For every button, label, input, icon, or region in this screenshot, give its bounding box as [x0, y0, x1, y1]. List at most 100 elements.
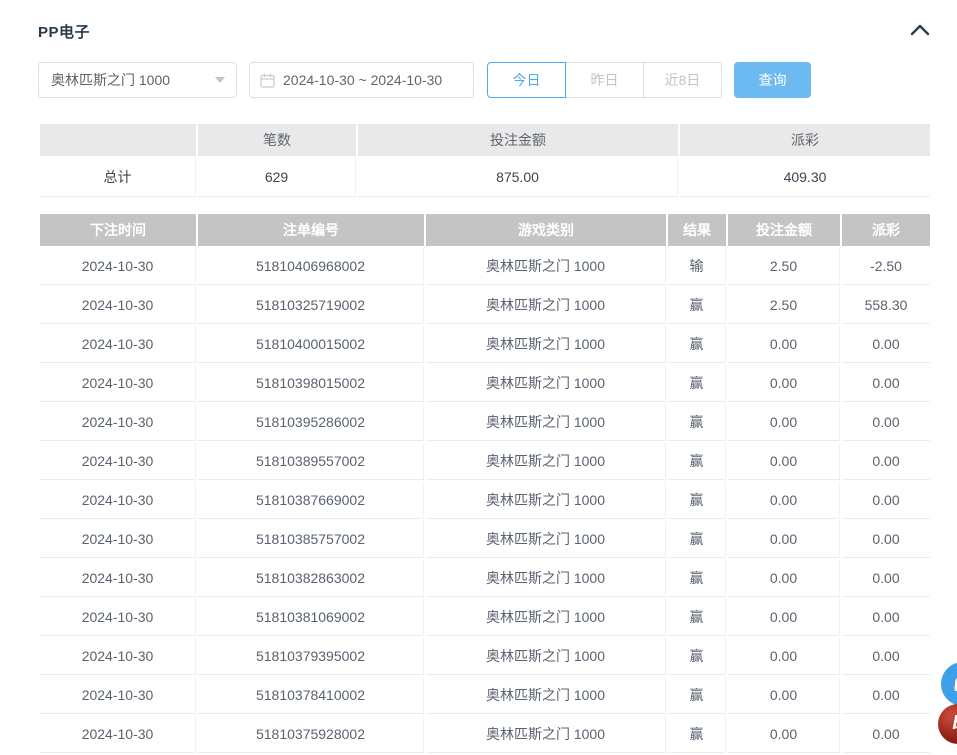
- quick-date-button-group: 今日昨日近8日: [487, 62, 722, 98]
- table-row: 2024-10-3051810395286002奥林匹斯之门 1000赢0.00…: [40, 404, 930, 441]
- records-col-header-3: 结果: [668, 214, 726, 246]
- bet-time-cell: 2024-10-30: [40, 287, 196, 324]
- bet-amount-cell: 0.00: [728, 443, 840, 480]
- bet-time-cell: 2024-10-30: [40, 638, 196, 675]
- table-row: 2024-10-3051810389557002奥林匹斯之门 1000赢0.00…: [40, 443, 930, 480]
- bet-id-cell: 51810395286002: [198, 404, 424, 441]
- result-cell: 赢: [668, 638, 726, 675]
- payout-cell: 0.00: [842, 443, 930, 480]
- panel-header: PP电子: [38, 0, 932, 42]
- bet-time-cell: 2024-10-30: [40, 599, 196, 636]
- game-type-cell: 奥林匹斯之门 1000: [426, 677, 666, 714]
- records-header-row: 下注时间注单编号游戏类别结果投注金额派彩: [40, 214, 930, 246]
- quick-date-button-2[interactable]: 近8日: [643, 62, 722, 98]
- bet-time-cell: 2024-10-30: [40, 404, 196, 441]
- payout-cell: 0.00: [842, 521, 930, 558]
- game-select-value: 奥林匹斯之门 1000: [51, 70, 170, 90]
- bet-amount-cell: 2.50: [728, 287, 840, 324]
- bet-amount-cell: 0.00: [728, 638, 840, 675]
- game-type-cell: 奥林匹斯之门 1000: [426, 443, 666, 480]
- payout-cell: 0.00: [842, 365, 930, 402]
- result-cell: 赢: [668, 560, 726, 597]
- summary-total-count: 629: [198, 158, 356, 197]
- payout-cell: 0.00: [842, 326, 930, 363]
- result-cell: 输: [668, 248, 726, 285]
- chevron-down-icon: [215, 77, 225, 83]
- table-row: 2024-10-3051810381069002奥林匹斯之门 1000赢0.00…: [40, 599, 930, 636]
- bet-amount-cell: 0.00: [728, 560, 840, 597]
- bet-amount-cell: 0.00: [728, 404, 840, 441]
- bet-amount-cell: 2.50: [728, 248, 840, 285]
- bet-time-cell: 2024-10-30: [40, 443, 196, 480]
- game-type-cell: 奥林匹斯之门 1000: [426, 716, 666, 753]
- bet-id-cell: 51810375928002: [198, 716, 424, 753]
- bet-time-cell: 2024-10-30: [40, 677, 196, 714]
- bet-amount-cell: 0.00: [728, 521, 840, 558]
- bet-id-cell: 51810385757002: [198, 521, 424, 558]
- records-col-header-2: 游戏类别: [426, 214, 666, 246]
- records-col-header-1: 注单编号: [198, 214, 424, 246]
- game-type-cell: 奥林匹斯之门 1000: [426, 365, 666, 402]
- summary-total-row: 总计 629 875.00 409.30: [40, 158, 930, 197]
- bet-time-cell: 2024-10-30: [40, 521, 196, 558]
- result-cell: 赢: [668, 521, 726, 558]
- records-table: 下注时间注单编号游戏类别结果投注金额派彩 2024-10-30518104069…: [38, 212, 932, 755]
- table-row: 2024-10-3051810385757002奥林匹斯之门 1000赢0.00…: [40, 521, 930, 558]
- bet-id-cell: 51810325719002: [198, 287, 424, 324]
- records-col-header-4: 投注金额: [728, 214, 840, 246]
- result-cell: 赢: [668, 443, 726, 480]
- game-type-cell: 奥林匹斯之门 1000: [426, 521, 666, 558]
- game-type-cell: 奥林匹斯之门 1000: [426, 482, 666, 519]
- summary-col-count: 笔数: [198, 124, 356, 156]
- bet-time-cell: 2024-10-30: [40, 248, 196, 285]
- bet-id-cell: 51810406968002: [198, 248, 424, 285]
- game-type-cell: 奥林匹斯之门 1000: [426, 248, 666, 285]
- date-range-value: 2024-10-30 ~ 2024-10-30: [283, 72, 442, 88]
- quick-date-button-1[interactable]: 昨日: [565, 62, 644, 98]
- bet-time-cell: 2024-10-30: [40, 560, 196, 597]
- payout-cell: 0.00: [842, 599, 930, 636]
- bet-id-cell: 51810400015002: [198, 326, 424, 363]
- date-range-picker[interactable]: 2024-10-30 ~ 2024-10-30: [249, 62, 474, 98]
- result-cell: 赢: [668, 482, 726, 519]
- bet-amount-cell: 0.00: [728, 599, 840, 636]
- bet-id-cell: 51810398015002: [198, 365, 424, 402]
- brand-letter: b: [952, 713, 957, 735]
- result-cell: 赢: [668, 599, 726, 636]
- payout-cell: 0.00: [842, 404, 930, 441]
- collapse-panel-button[interactable]: [910, 22, 930, 40]
- bet-amount-cell: 0.00: [728, 716, 840, 753]
- summary-header-row: 笔数 投注金额 派彩: [40, 124, 930, 156]
- summary-total-bet-amount: 875.00: [358, 158, 678, 197]
- search-button[interactable]: 查询: [734, 62, 811, 98]
- game-type-cell: 奥林匹斯之门 1000: [426, 638, 666, 675]
- brand-floating-button[interactable]: b: [938, 704, 957, 744]
- bet-amount-cell: 0.00: [728, 482, 840, 519]
- summary-total-payout: 409.30: [680, 158, 930, 197]
- bet-amount-cell: 0.00: [728, 365, 840, 402]
- game-type-cell: 奥林匹斯之门 1000: [426, 287, 666, 324]
- summary-col-bet-amount: 投注金额: [358, 124, 678, 156]
- result-cell: 赢: [668, 716, 726, 753]
- payout-cell: 0.00: [842, 677, 930, 714]
- table-row: 2024-10-3051810378410002奥林匹斯之门 1000赢0.00…: [40, 677, 930, 714]
- summary-table: 笔数 投注金额 派彩 总计 629 875.00 409.30: [38, 122, 932, 199]
- table-row: 2024-10-3051810398015002奥林匹斯之门 1000赢0.00…: [40, 365, 930, 402]
- bet-time-cell: 2024-10-30: [40, 326, 196, 363]
- result-cell: 赢: [668, 404, 726, 441]
- bet-time-cell: 2024-10-30: [40, 482, 196, 519]
- payout-cell: 0.00: [842, 638, 930, 675]
- table-row: 2024-10-3051810325719002奥林匹斯之门 1000赢2.50…: [40, 287, 930, 324]
- game-select[interactable]: 奥林匹斯之门 1000: [38, 62, 237, 98]
- filter-bar: 奥林匹斯之门 1000 2024-10-30 ~ 2024-10-30 今日昨日…: [38, 62, 932, 98]
- bet-time-cell: 2024-10-30: [40, 716, 196, 753]
- customer-service-button[interactable]: [941, 662, 957, 706]
- calendar-icon: [260, 73, 275, 88]
- result-cell: 赢: [668, 287, 726, 324]
- bet-id-cell: 51810389557002: [198, 443, 424, 480]
- quick-date-button-0[interactable]: 今日: [487, 62, 566, 98]
- result-cell: 赢: [668, 365, 726, 402]
- bet-amount-cell: 0.00: [728, 677, 840, 714]
- page-title: PP电子: [38, 21, 90, 42]
- game-type-cell: 奥林匹斯之门 1000: [426, 404, 666, 441]
